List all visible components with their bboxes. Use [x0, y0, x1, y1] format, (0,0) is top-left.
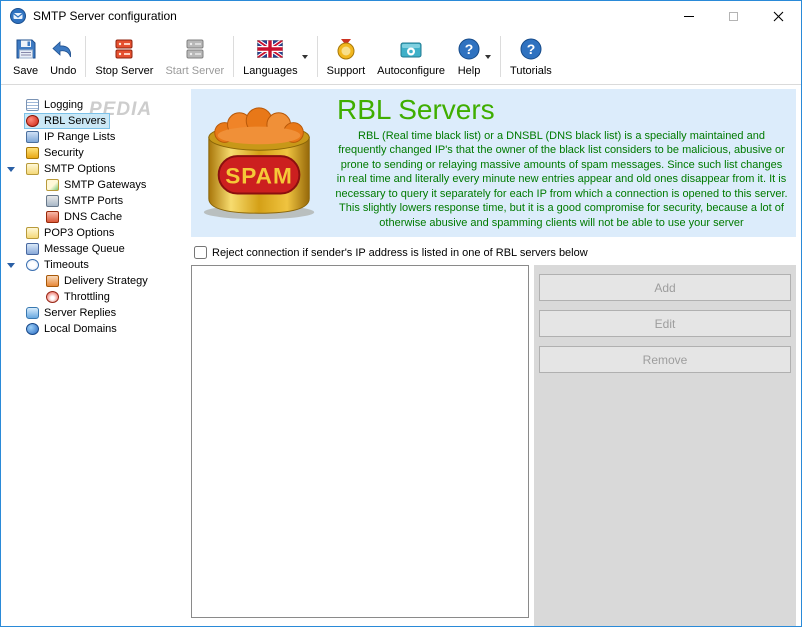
chevron-down-icon — [301, 54, 308, 59]
reject-connection-checkbox[interactable] — [194, 246, 207, 259]
rbl-button-panel: Add Edit Remove — [534, 265, 796, 626]
save-button[interactable]: Save — [7, 33, 44, 80]
support-button[interactable]: Support — [321, 33, 372, 80]
chevron-down-icon — [485, 54, 492, 59]
toolbar-separator — [316, 36, 318, 77]
autoconfigure-icon — [399, 36, 423, 62]
page-description: RBL (Real time black list) or a DNSBL (D… — [335, 129, 788, 229]
main-panel: SPAM RBL Servers RBL (Real time black li… — [188, 85, 801, 626]
tutorials-button[interactable]: ? Tutorials — [504, 33, 558, 80]
save-icon — [14, 36, 38, 62]
toolbar-separator — [233, 36, 235, 77]
spam-can-illustration: SPAM — [203, 107, 315, 220]
remove-button[interactable]: Remove — [539, 346, 791, 373]
rbl-header: SPAM RBL Servers RBL (Real time black li… — [191, 89, 796, 237]
toolbar-separator — [85, 36, 87, 77]
reject-connection-label: Reject connection if sender's IP address… — [212, 246, 588, 259]
edit-button[interactable]: Edit — [539, 310, 791, 337]
close-icon — [773, 11, 784, 21]
server-replies-icon — [26, 307, 39, 319]
titlebar: SMTP Server configuration — [1, 1, 801, 31]
toolbar: Save Undo Stop Server Start Server Langu… — [1, 31, 801, 85]
security-icon — [26, 147, 39, 159]
sidebar-item-server-replies[interactable]: Server Replies — [1, 305, 188, 321]
toolbar-separator — [500, 36, 502, 77]
languages-flag-icon — [257, 36, 284, 62]
throttling-icon — [46, 291, 59, 303]
minimize-icon — [683, 15, 694, 17]
sidebar-item-ip-range-lists[interactable]: IP Range Lists — [1, 129, 188, 145]
message-queue-icon — [26, 243, 39, 255]
add-button[interactable]: Add — [539, 274, 791, 301]
navigation-tree: PEDIA Logging RBL Servers IP Range Lists… — [1, 85, 188, 626]
smtp-gateways-icon — [46, 179, 59, 191]
page-title: RBL Servers — [337, 94, 495, 125]
delivery-strategy-icon — [46, 275, 59, 287]
rbl-servers-icon — [26, 115, 39, 127]
support-icon — [334, 36, 358, 62]
sidebar-item-pop3-options[interactable]: POP3 Options — [1, 225, 188, 241]
sidebar-item-smtp-ports[interactable]: SMTP Ports — [1, 193, 188, 209]
minimize-button[interactable] — [666, 1, 711, 31]
sidebar-item-smtp-gateways[interactable]: SMTP Gateways — [1, 177, 188, 193]
sidebar-item-message-queue[interactable]: Message Queue — [1, 241, 188, 257]
sidebar-item-delivery-strategy[interactable]: Delivery Strategy — [1, 273, 188, 289]
smtp-options-icon — [26, 163, 39, 175]
svg-text:SPAM: SPAM — [225, 164, 293, 189]
languages-button[interactable]: Languages — [237, 33, 313, 80]
local-domains-icon — [26, 323, 39, 335]
close-button[interactable] — [756, 1, 801, 31]
undo-button[interactable]: Undo — [44, 33, 82, 80]
sidebar-item-throttling[interactable]: Throttling — [1, 289, 188, 305]
tutorials-icon: ? — [519, 36, 543, 62]
reject-connection-row: Reject connection if sender's IP address… — [191, 237, 796, 265]
maximize-button[interactable] — [711, 1, 756, 31]
sidebar-item-rbl-servers[interactable]: RBL Servers — [1, 113, 188, 129]
maximize-icon — [729, 11, 738, 21]
logging-icon — [26, 99, 39, 111]
smtp-ports-icon — [46, 195, 59, 207]
smtp-server-configuration-window: SMTP Server configuration Save Undo Stop… — [0, 0, 802, 627]
dns-cache-icon — [46, 211, 59, 223]
timeouts-icon — [26, 259, 39, 271]
expand-arrow-icon[interactable] — [7, 263, 25, 268]
svg-text:?: ? — [527, 41, 536, 57]
rbl-server-list[interactable] — [191, 265, 529, 618]
expand-arrow-icon[interactable] — [7, 167, 25, 172]
sidebar-item-dns-cache[interactable]: DNS Cache — [1, 209, 188, 225]
sidebar-item-security[interactable]: Security — [1, 145, 188, 161]
sidebar-item-timeouts[interactable]: Timeouts — [1, 257, 188, 273]
pop3-options-icon — [26, 227, 39, 239]
sidebar-item-logging[interactable]: Logging — [1, 97, 188, 113]
undo-icon — [51, 36, 75, 62]
help-button[interactable]: ? Help — [451, 33, 497, 80]
sidebar-item-smtp-options[interactable]: SMTP Options — [1, 161, 188, 177]
app-icon — [10, 8, 26, 24]
svg-text:?: ? — [465, 41, 474, 57]
help-icon: ? — [457, 36, 481, 62]
autoconfigure-button[interactable]: Autoconfigure — [371, 33, 451, 80]
start-server-icon — [183, 36, 207, 62]
sidebar-item-local-domains[interactable]: Local Domains — [1, 321, 188, 337]
window-title: SMTP Server configuration — [33, 9, 177, 23]
stop-server-icon — [112, 36, 136, 62]
start-server-button[interactable]: Start Server — [159, 33, 230, 80]
ip-range-lists-icon — [26, 131, 39, 143]
stop-server-button[interactable]: Stop Server — [89, 33, 159, 80]
